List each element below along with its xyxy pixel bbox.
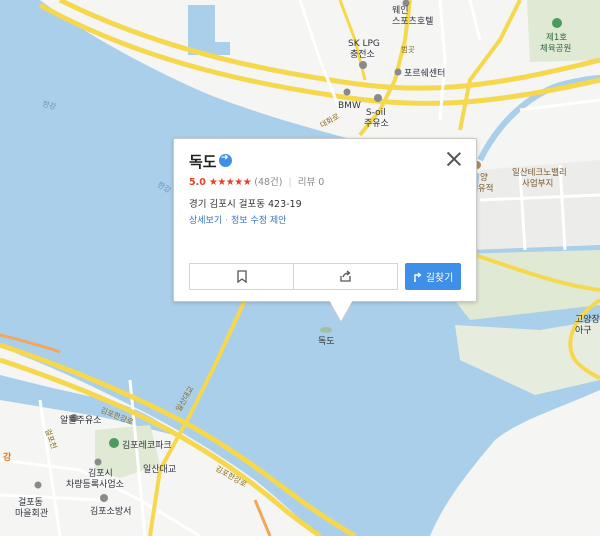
label-soil: S-oil 주유소 (364, 108, 389, 129)
bookmark-button[interactable] (190, 264, 293, 289)
route-button[interactable]: 길찾기 (405, 263, 461, 290)
star-icons: ★★★★★ (208, 177, 252, 188)
popup-tail-inner (328, 298, 354, 321)
close-button[interactable] (446, 151, 462, 167)
poi-marker (343, 88, 351, 96)
popup-links: 상세보기 · 정보 수정 제안 (189, 213, 286, 226)
poi-marker (34, 481, 42, 489)
bookmark-icon (236, 270, 247, 283)
place-info-popup: 독도 5.0 ★★★★★ (48건) | 리뷰 0 경기 김포시 걸포동 423… (173, 138, 477, 302)
place-address: 경기 김포시 걸포동 423-19 (189, 199, 302, 210)
label-porsche: 포르쉐센터 (404, 68, 445, 79)
route-icon (413, 271, 422, 282)
action-button-group (189, 263, 398, 290)
share-button[interactable] (293, 264, 397, 289)
label-area-orange: 강 (3, 451, 12, 463)
label-ilsan-bridge: 일산대교 (143, 464, 176, 475)
label-bmw: BMW (338, 101, 361, 111)
directions-icon[interactable] (219, 153, 232, 167)
rating-score: 5.0 (189, 177, 206, 188)
share-icon (340, 270, 351, 282)
detail-link[interactable]: 상세보기 (189, 216, 222, 226)
park-marker (109, 438, 119, 448)
poi-marker (374, 94, 382, 102)
label-gimpo-eco: 김포레코파크 (122, 439, 172, 451)
poi-marker (100, 494, 108, 502)
review-link[interactable]: 리뷰 0 (298, 177, 325, 188)
route-label: 길찾기 (425, 273, 454, 284)
divider: | (288, 177, 292, 188)
label-bridge-ramp: 범곳 (401, 44, 415, 54)
label-altteum: 알뜰주유소 (60, 415, 101, 426)
label-gimpo-fire: 김포소방서 (90, 505, 131, 517)
rating-row: 5.0 ★★★★★ (48건) | 리뷰 0 (189, 174, 324, 188)
label-dokdo-map: 독도 (318, 336, 335, 347)
place-title[interactable]: 독도 (189, 151, 217, 172)
poi-marker (94, 458, 102, 466)
park-marker (552, 18, 562, 28)
edit-suggestion-link[interactable]: 정보 수정 제안 (231, 216, 286, 226)
poi-marker (394, 68, 402, 76)
link-separator: · (225, 216, 228, 226)
dokdo-island (320, 327, 332, 333)
rating-count: (48건) (254, 177, 283, 188)
poi-marker (359, 61, 367, 69)
